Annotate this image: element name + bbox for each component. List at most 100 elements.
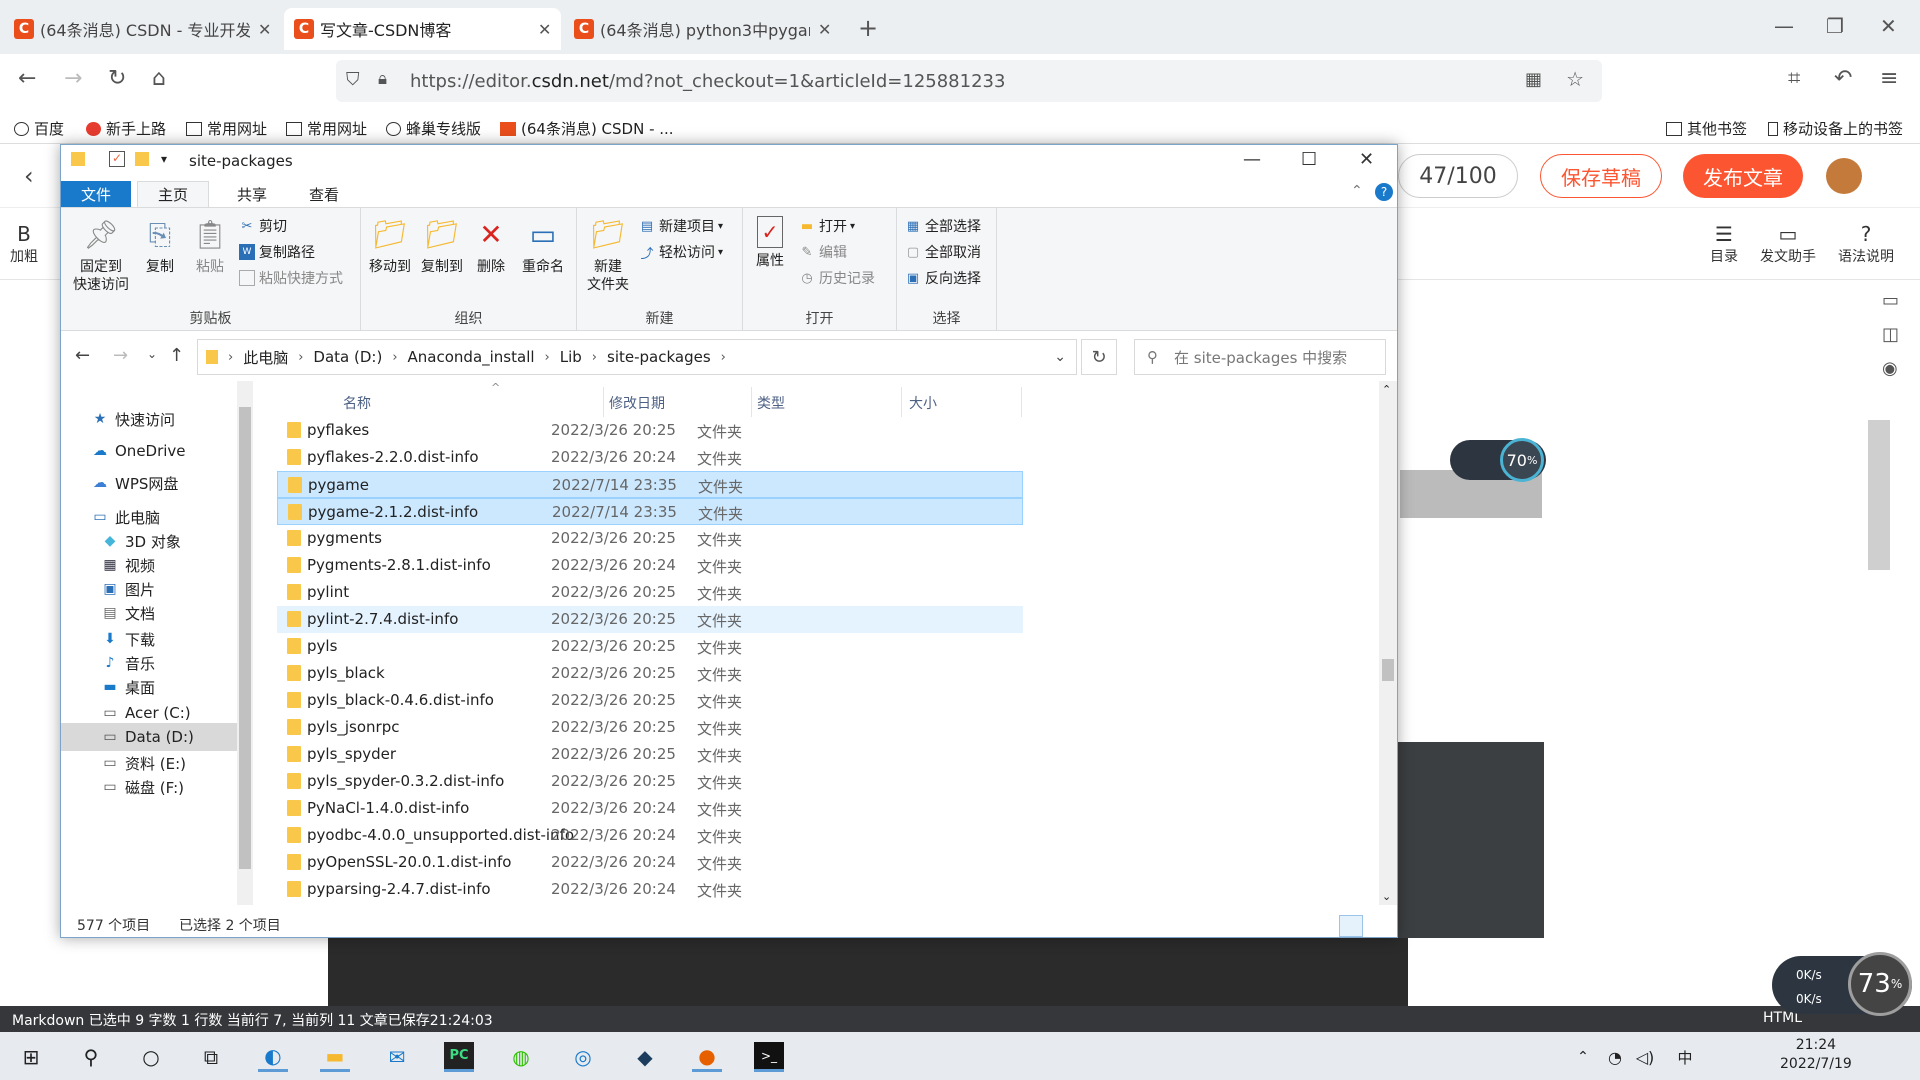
toc-button[interactable]: ☰ 目录 [1710,222,1738,266]
file-row[interactable]: pygments 2022/3/26 20:25 文件夹 [277,525,1023,552]
syntax-help-button[interactable]: ? 语法说明 [1838,222,1894,266]
tab-share[interactable]: 共享 [217,181,287,207]
file-row[interactable]: pyls_jsonrpc 2022/3/26 20:25 文件夹 [277,714,1023,741]
publish-button[interactable]: 发布文章 [1683,154,1803,198]
nav-wps-drive[interactable]: ☁ WPS网盘 [91,469,178,497]
file-row[interactable]: pyls 2022/3/26 20:25 文件夹 [277,633,1023,660]
file-row[interactable]: pyOpenSSL-20.0.1.dist-info 2022/3/26 20:2… [277,849,1023,876]
bookmark-item[interactable]: (64条消息) CSDN - ... [500,118,674,139]
scroll-up-icon[interactable]: ⌃ [1382,383,1391,396]
undo-icon[interactable]: ↶ [1834,66,1852,91]
invert-selection-button[interactable]: ▣ 反向选择 [905,268,981,288]
nav-scrollbar[interactable] [237,381,253,905]
terminal-icon[interactable]: >_ [754,1042,784,1072]
file-row[interactable]: pyls_black 2022/3/26 20:25 文件夹 [277,660,1023,687]
breadcrumb-item[interactable]: Anaconda_install [408,348,535,366]
tray-chevron-up-icon[interactable]: ⌃ [1568,1042,1598,1072]
column-type[interactable]: 类型 [757,393,785,413]
search-input[interactable]: ⚲ 在 site-packages 中搜索 [1134,339,1386,375]
bookmark-item[interactable]: 其他书签 [1666,118,1747,139]
windows-start-icon[interactable]: ⊞ [16,1042,46,1072]
avatar[interactable] [1826,158,1862,194]
properties-icon[interactable]: ✓ [109,151,125,167]
file-row[interactable]: pyflakes-2.2.0.dist-info 2022/3/26 20:24 文… [277,444,1023,471]
chevron-down-icon[interactable]: ⌄ [1054,349,1066,365]
bookmark-item[interactable]: 新手上路 [86,118,166,139]
nav-onedrive[interactable]: ☁ OneDrive [91,437,186,465]
copy-button[interactable]: ⎘ 复制 [137,216,183,276]
crop-icon[interactable]: ⌗ [1788,66,1800,91]
new-folder-button[interactable]: 📁︎ 新建 文件夹 [583,216,633,294]
scroll-down-icon[interactable]: ⌄ [1382,890,1391,903]
bookmark-item[interactable]: 常用网址 [186,118,267,139]
file-row[interactable]: pylint-2.7.4.dist-info 2022/3/26 20:25 文件夹 [277,606,1023,633]
qq-browser-icon[interactable]: ◎ [568,1042,598,1072]
taskbar-clock[interactable]: 21:24 2022/7/19 [1780,1036,1852,1074]
scroll-thumb[interactable] [1382,659,1394,681]
details-view-icon[interactable] [1339,915,1363,937]
close-icon[interactable]: ✕ [538,20,551,39]
file-row[interactable]: PyNaCl-1.4.0.dist-info 2022/3/26 20:24 文件夹 [277,795,1023,822]
file-row[interactable]: pygame-2.1.2.dist-info 2022/7/14 23:35 文件夹 [277,498,1023,525]
forward-icon[interactable]: → [64,66,82,91]
nav-drive-d[interactable]: ▭ Data (D:) [61,723,237,751]
close-icon[interactable]: ✕ [818,20,831,39]
close-icon[interactable]: ✕ [258,20,271,39]
cat-app-icon[interactable]: ◆ [630,1042,660,1072]
file-row[interactable]: pyls_spyder-0.3.2.dist-info 2022/3/26 20:… [277,768,1023,795]
move-to-button[interactable]: 📁︎ 移动到 [365,216,415,276]
file-row[interactable]: pygame 2022/7/14 23:35 文件夹 [277,471,1023,498]
file-row[interactable]: pyparsing-2.4.7.dist-info 2022/3/26 20:24… [277,876,1023,903]
breadcrumb-item[interactable]: 此电脑 [243,347,288,368]
home-icon[interactable]: ⌂ [152,66,166,91]
network-speed-widget[interactable]: 0K/s 0K/s 73% [1772,952,1912,1016]
properties-button[interactable]: ✓ 属性 [749,216,791,270]
column-divider[interactable] [901,387,902,417]
bookmark-item[interactable]: 移动设备上的书签 [1768,118,1903,139]
browser-tab[interactable]: C (64条消息) python3中pygame ✕ [564,8,841,50]
paste-shortcut-button[interactable]: 粘贴快捷方式 [239,268,343,288]
network-widget[interactable]: 70% [1450,438,1546,482]
cut-button[interactable]: ✂ 剪切 [239,216,287,236]
network-icon[interactable]: ◔ [1600,1042,1630,1072]
delete-button[interactable]: ✕ 删除 [471,216,511,276]
back-arrow-icon[interactable]: ‹ [24,162,34,190]
panel-icon[interactable]: ▭ [1882,290,1899,311]
chevron-down-icon[interactable]: ▾ [161,152,167,166]
new-tab-icon[interactable]: + [858,14,878,42]
help-icon[interactable]: ? [1375,183,1393,201]
maximize-icon[interactable]: ☐ [1301,149,1317,170]
large-icons-view-icon[interactable] [1367,915,1391,937]
copy-path-button[interactable]: W 复制路径 [239,242,315,262]
bookmark-item[interactable]: 蜂巢专线版 [386,118,481,139]
up-icon[interactable]: ↑ [169,345,184,366]
select-all-button[interactable]: ▦ 全部选择 [905,216,981,236]
cortana-icon[interactable]: ○ [136,1042,166,1072]
file-row[interactable]: pylint 2022/3/26 20:25 文件夹 [277,579,1023,606]
breadcrumb-item[interactable]: Data (D:) [313,348,382,366]
file-row[interactable]: pyodbc-4.0.0_unsupported.dist-info 2022/3… [277,822,1023,849]
firefox-icon[interactable]: ● [692,1042,722,1072]
editor-scrollbar[interactable] [1868,420,1890,570]
address-bar[interactable]: › 此电脑 › Data (D:) › Anaconda_install › L… [197,339,1077,375]
breadcrumb-item[interactable]: Lib [560,348,582,366]
refresh-button[interactable]: ↻ [1081,339,1117,375]
edit-button[interactable]: ✎ 编辑 [799,242,847,262]
reload-icon[interactable]: ↻ [108,66,126,91]
scroll-thumb[interactable] [239,407,251,869]
paste-button[interactable]: 📋︎ 粘贴 [187,216,233,276]
history-button[interactable]: ◷ 历史记录 [799,268,875,288]
column-size[interactable]: 大小 [909,393,937,413]
bold-button[interactable]: B 加粗 [10,222,38,266]
bookmark-item[interactable]: 常用网址 [286,118,367,139]
column-divider[interactable] [751,387,752,417]
assistant-button[interactable]: ▭ 发文助手 [1760,222,1816,266]
rename-button[interactable]: ▭ 重命名 [515,216,571,276]
back-icon[interactable]: ← [18,66,36,91]
qr-code-icon[interactable]: ▦ [1525,69,1542,90]
star-icon[interactable]: ☆ [1566,67,1584,91]
pycharm-icon[interactable]: PC [444,1042,474,1072]
volume-icon[interactable]: ◁) [1630,1042,1660,1072]
nav-desktop[interactable]: ▬ 桌面 [101,673,155,701]
open-button[interactable]: ▬ 打开 ▾ [799,216,855,236]
